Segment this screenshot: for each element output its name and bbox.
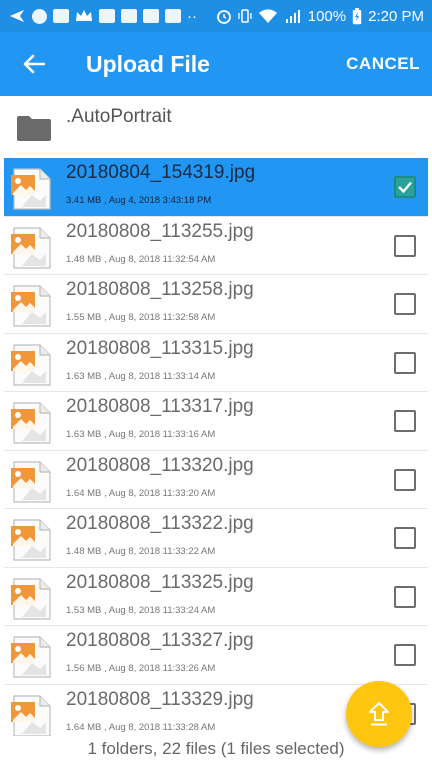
alarm-icon (216, 10, 231, 24)
file-item[interactable]: 20180808_113327.jpg 1.56 MB , Aug 8, 2018… (4, 626, 428, 685)
signal-icon (285, 10, 300, 23)
system-icons: 100% 2:20 PM (216, 7, 424, 25)
app-bar: Upload File CANCEL (0, 32, 432, 96)
youtube-icon (143, 9, 159, 23)
file-details: 1.64 MB , Aug 8, 2018 11:33:28 AM (66, 721, 216, 733)
image-file-icon (11, 168, 51, 210)
share-icon (10, 10, 24, 22)
file-item[interactable]: 20180804_154319.jpg 3.41 MB , Aug 4, 2018… (4, 158, 428, 217)
file-checkbox[interactable] (394, 468, 416, 491)
wifi-icon (258, 9, 277, 23)
image-file-icon (11, 636, 51, 678)
status-bar: ·· 100% 2:20 PM (0, 0, 432, 32)
file-name: 20180808_113329.jpg (66, 688, 254, 710)
file-item[interactable]: 20180808_113317.jpg 1.63 MB , Aug 8, 2018… (4, 392, 428, 451)
youtube-icon (165, 9, 181, 23)
file-name: 20180808_113325.jpg (66, 571, 254, 593)
file-checkbox[interactable] (394, 585, 416, 608)
battery-icon (352, 7, 362, 24)
image-file-icon (11, 226, 51, 269)
file-details: 3.41 MB , Aug 4, 2018 3:43:18 PM (66, 195, 212, 206)
file-list[interactable]: .AutoPortrait 20180804_154319.jpg 3.41 MB… (0, 96, 432, 736)
file-item[interactable]: 20180808_113255.jpg 1.48 MB , Aug 8, 2018… (4, 217, 428, 275)
image-file-icon (11, 577, 51, 620)
youtube-icon (121, 9, 137, 23)
back-button[interactable] (0, 32, 68, 96)
cancel-button[interactable]: CANCEL (346, 54, 420, 74)
file-checkbox[interactable] (394, 410, 416, 432)
image-file-icon (11, 694, 51, 736)
folder-name: .AutoPortrait (66, 106, 172, 127)
file-name: 20180808_113320.jpg (66, 454, 254, 476)
clock: 2:20 PM (368, 7, 424, 25)
file-name: 20180808_113322.jpg (66, 513, 254, 534)
folder-item[interactable]: .AutoPortrait (0, 96, 432, 158)
battery-percent: 100% (307, 7, 347, 25)
file-checkbox[interactable] (394, 234, 416, 257)
file-item[interactable]: 20180808_113315.jpg 1.63 MB , Aug 8, 2018… (4, 334, 428, 392)
image-file-icon (11, 460, 51, 503)
file-checkbox[interactable] (394, 527, 416, 549)
file-details: 1.48 MB , Aug 8, 2018 11:32:54 AM (66, 253, 216, 265)
file-details: 1.63 MB , Aug 8, 2018 11:33:14 AM (66, 370, 216, 382)
image-file-icon (11, 402, 51, 444)
file-checkbox[interactable] (394, 293, 416, 315)
file-details: 1.64 MB , Aug 8, 2018 11:33:20 AM (66, 487, 216, 499)
file-details: 1.56 MB , Aug 8, 2018 11:33:26 AM (66, 663, 216, 674)
file-item[interactable]: 20180808_113320.jpg 1.64 MB , Aug 8, 2018… (4, 451, 428, 509)
vibrate-icon (238, 9, 252, 23)
linkedin-icon (53, 9, 69, 23)
gmail-icon (99, 9, 115, 23)
more-dots-icon: ·· (187, 7, 197, 25)
file-item[interactable]: 20180808_113325.jpg 1.53 MB , Aug 8, 2018… (4, 568, 428, 626)
image-file-icon (11, 285, 51, 327)
file-checkbox[interactable] (394, 644, 416, 666)
image-file-icon (11, 343, 51, 386)
notification-icons: ·· (8, 8, 216, 25)
file-name: 20180808_113255.jpg (66, 220, 254, 242)
file-name: 20180808_113315.jpg (66, 337, 254, 359)
pinterest-icon (32, 8, 47, 24)
file-details: 1.63 MB , Aug 8, 2018 11:33:16 AM (66, 429, 216, 440)
crown-icon (76, 10, 92, 21)
page-title: Upload File (86, 50, 210, 77)
upload-icon (369, 702, 389, 726)
upload-button[interactable] (346, 681, 412, 747)
file-name: 20180808_113317.jpg (66, 396, 254, 417)
file-item[interactable]: 20180808_113322.jpg 1.48 MB , Aug 8, 2018… (4, 509, 428, 568)
file-details: 1.48 MB , Aug 8, 2018 11:33:22 AM (66, 546, 216, 557)
file-name: 20180804_154319.jpg (66, 162, 256, 183)
arrow-left-icon (23, 54, 45, 74)
file-name: 20180808_113327.jpg (66, 630, 254, 651)
image-file-icon (11, 519, 51, 561)
file-item[interactable]: 20180808_113258.jpg 1.55 MB , Aug 8, 2018… (4, 275, 428, 334)
file-checkbox[interactable] (394, 176, 416, 198)
file-checkbox[interactable] (394, 351, 416, 374)
file-name: 20180808_113258.jpg (66, 279, 254, 300)
folder-icon (17, 116, 51, 141)
file-details: 1.53 MB , Aug 8, 2018 11:33:24 AM (66, 604, 216, 616)
file-details: 1.55 MB , Aug 8, 2018 11:32:58 AM (66, 312, 216, 323)
